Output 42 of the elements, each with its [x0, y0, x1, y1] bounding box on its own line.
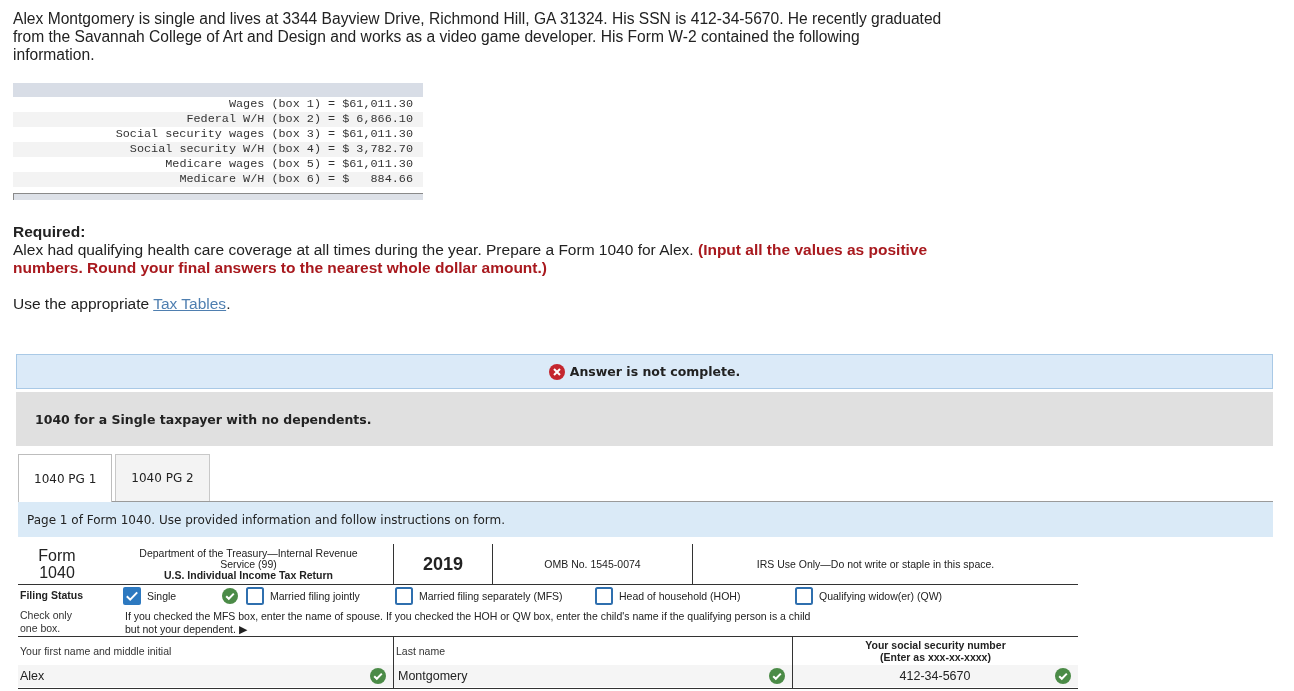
checkbox[interactable]	[123, 587, 141, 605]
checkbox[interactable]	[795, 587, 813, 605]
option-label: Married filing separately (MFS)	[419, 590, 563, 602]
field-label: Your first name and middle initial	[20, 645, 172, 657]
option-label: Married filing jointly	[270, 590, 360, 602]
tab[interactable]: 1040 PG 2	[115, 454, 210, 501]
required-heading: Required:	[13, 223, 86, 241]
tab[interactable]: 1040 PG 1	[18, 454, 113, 502]
w2-row: Social security W/H (box 4) = $ 3,782.70	[13, 142, 423, 157]
field-hint: (Enter as xxx-xx-xxxx)	[880, 651, 991, 663]
w2-row: Federal W/H (box 2) = $ 6,866.10	[13, 112, 423, 127]
problem-text: Alex Montgomery is single and lives at 3344 Bayview Drive, Richmond Hill, GA 31324. His SSN is 412-34-5670. He recently graduated from the Savannah College of Art and Design and works as a video game developer. His Form W-2 contained the following information.	[13, 10, 943, 64]
w2-row-text: Social security wages (box 3) = $61,011.30	[114, 127, 414, 142]
field-label: Your social security number	[865, 639, 1006, 651]
required-text: Alex had qualifying health care coverage at all times during the year. Prepare a Form 1040 for Alex. (Input all the values as positive numbers. Round your final answers to the nearest whole dollar amount.)	[13, 241, 929, 277]
form-title: U.S. Individual Income Tax Return	[164, 569, 333, 581]
answer-status-text: Answer is not complete.	[569, 364, 741, 379]
w2-row-text: Wages (box 1) = $61,011.30	[227, 97, 414, 112]
instruction-bar-text: Page 1 of Form 1040. Use provided information and follow instructions on form.	[27, 512, 505, 527]
omb-number: OMB No. 1545-0074	[544, 558, 641, 570]
option-label: Head of household (HOH)	[619, 590, 741, 602]
filing-status-label: Filing Status	[20, 589, 83, 602]
department-text: Department of the Treasury—Internal Revenue Service (99)	[138, 547, 359, 570]
checkbox[interactable]	[595, 587, 613, 605]
filing-status-note: If you checked the MFS box, enter the name of spouse. If you checked the HOH or QW box, enter the child's name if the qualifying person is a child but not your dependent. ▶	[125, 610, 812, 635]
checkbox[interactable]	[246, 587, 264, 605]
option-label: Qualifying widow(er) (QW)	[819, 590, 943, 602]
problem-title: 1040 for a Single taxpayer with no dependents.	[35, 411, 372, 427]
form-number: 1040	[39, 564, 75, 581]
option-label: Single	[147, 590, 177, 602]
filing-status-hint: Check only one box.	[20, 609, 73, 635]
text-field[interactable]: Montgomery	[394, 665, 792, 687]
form-label: Form	[38, 547, 76, 564]
text-field[interactable]: 412-34-5670	[793, 665, 1078, 687]
text-field[interactable]: Alex	[18, 665, 393, 687]
instruction-text: Use the appropriate Tax Tables.	[13, 295, 231, 313]
irs-use-note: IRS Use Only—Do not write or staple in this space.	[756, 558, 995, 570]
w2-row: Medicare W/H (box 6) = $ 884.66	[13, 172, 423, 187]
checkbox[interactable]	[395, 587, 413, 605]
field-label: Last name	[396, 645, 446, 657]
w2-row-text: Medicare wages (box 5) = $61,011.30	[164, 157, 414, 172]
tax-year: 2019	[422, 553, 463, 575]
